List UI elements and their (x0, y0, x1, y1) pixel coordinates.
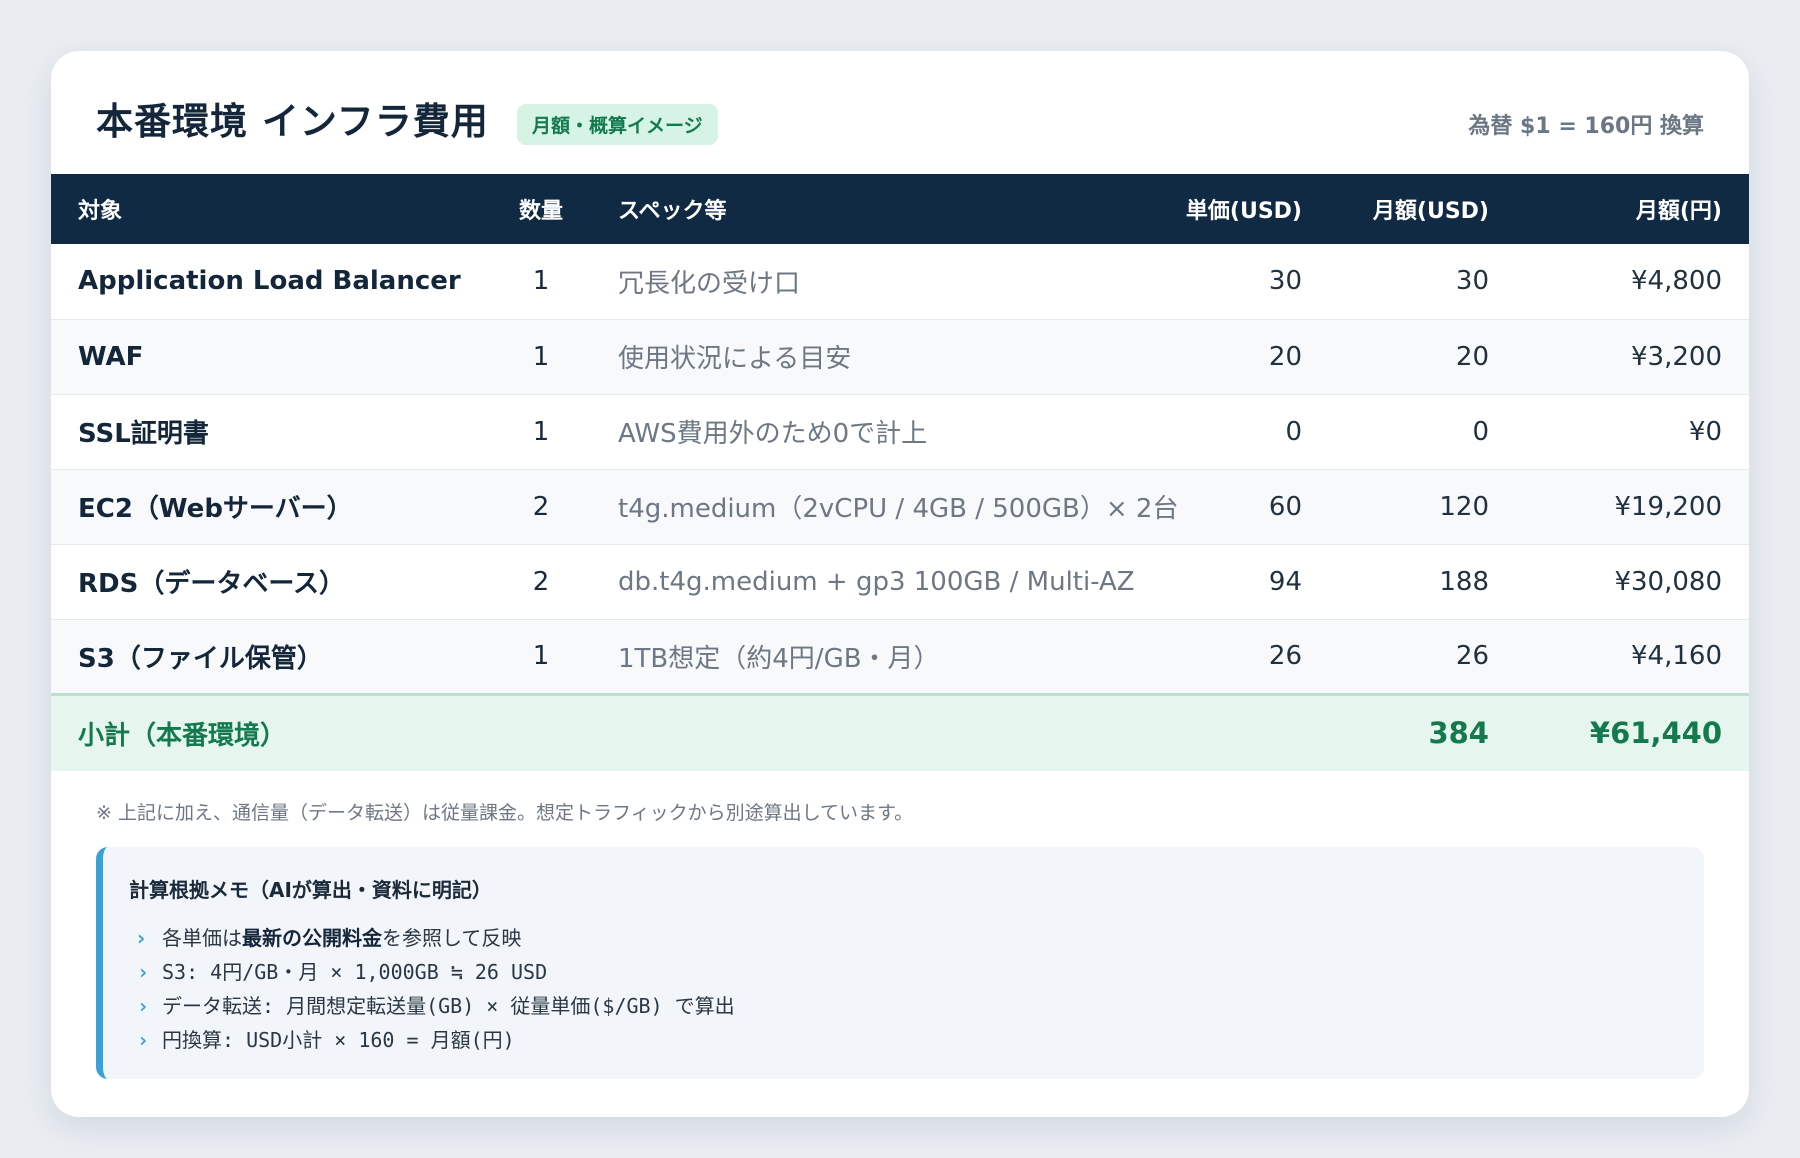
memo-text: 円換算: USD小計 × 160 = 月額(円) (162, 1028, 515, 1052)
item-monthly-usd: 188 (1329, 544, 1516, 620)
item-monthly-usd: 20 (1329, 319, 1516, 395)
item-monthly-jpy: ¥4,800 (1516, 244, 1749, 320)
column-header-qty: 数量 (491, 174, 591, 244)
subtotal-label: 小計（本番環境） (51, 692, 1114, 771)
item-name: RDS（データベース） (51, 544, 491, 620)
item-monthly-jpy: ¥30,080 (1516, 544, 1749, 620)
cost-card: 本番環境 インフラ費用 月額・概算イメージ 為替 $1 = 160円 換算 対象… (51, 51, 1749, 1117)
item-monthly-jpy: ¥3,200 (1516, 319, 1749, 395)
chevron-right-icon: › (137, 1028, 150, 1052)
period-badge: 月額・概算イメージ (517, 104, 718, 145)
item-spec: 1TB想定（約4円/GB・月） (591, 619, 1114, 695)
item-qty: 1 (491, 394, 591, 470)
item-unit-usd: 20 (1114, 319, 1329, 395)
column-header-monthly-jpy: 月額(円) (1516, 174, 1749, 244)
item-monthly-usd: 26 (1329, 619, 1516, 695)
item-name: EC2（Webサーバー） (51, 469, 491, 545)
calculation-memo: 計算根拠メモ（AIが算出・資料に明記） › 各単価は 最新の公開料金 を参照して反映… (96, 847, 1704, 1079)
subtotal-monthly-jpy: ¥61,440 (1516, 692, 1749, 771)
subtotal-row: 小計（本番環境） 384 ¥61,440 (51, 692, 1749, 771)
item-monthly-jpy: ¥0 (1516, 394, 1749, 470)
item-unit-usd: 94 (1114, 544, 1329, 620)
table-row: EC2（Webサーバー） 2 t4g.medium（2vCPU / 4GB / … (51, 469, 1749, 545)
item-monthly-usd: 120 (1329, 469, 1516, 545)
chevron-right-icon: › (137, 926, 146, 950)
item-monthly-jpy: ¥4,160 (1516, 619, 1749, 695)
item-spec: 冗長化の受け口 (591, 244, 1114, 320)
item-name: WAF (51, 319, 491, 395)
memo-item: › 円換算: USD小計 × 160 = 月額(円) (137, 1023, 735, 1057)
memo-list: › 各単価は 最新の公開料金 を参照して反映 › S3: 4円/GB・月 × 1,0… (137, 921, 735, 1057)
item-qty: 1 (491, 244, 591, 320)
table-row: RDS（データベース） 2 db.t4g.medium + gp3 100GB … (51, 544, 1749, 620)
memo-item: › 各単価は 最新の公開料金 を参照して反映 (137, 921, 735, 955)
item-name: Application Load Balancer (51, 244, 491, 320)
item-unit-usd: 26 (1114, 619, 1329, 695)
chevron-right-icon: › (137, 994, 150, 1018)
column-header-spec: スペック等 (591, 174, 1114, 244)
item-spec: db.t4g.medium + gp3 100GB / Multi-AZ (591, 544, 1135, 620)
item-qty: 2 (491, 469, 591, 545)
table-row: SSL証明書 1 AWS費用外のため0で計上 0 0 ¥0 (51, 394, 1749, 470)
item-spec: 使用状況による目安 (591, 319, 1114, 395)
item-spec: AWS費用外のため0で計上 (591, 394, 1114, 470)
memo-text: を参照して反映 (382, 926, 522, 950)
column-header-item: 対象 (51, 174, 491, 244)
card-header: 本番環境 インフラ費用 月額・概算イメージ 為替 $1 = 160円 換算 (51, 51, 1749, 174)
footnote: ※ 上記に加え、通信量（データ転送）は従量課金。想定トラフィックから別途算出して… (96, 802, 914, 824)
item-qty: 2 (491, 544, 591, 620)
item-spec: t4g.medium（2vCPU / 4GB / 500GB）× 2台 (591, 469, 1178, 545)
cost-table: 対象 数量 スペック等 単価(USD) 月額(USD) 月額(円) Applic… (51, 174, 1749, 771)
chevron-right-icon: › (137, 960, 150, 984)
memo-text: 各単価は (162, 926, 242, 950)
subtotal-monthly-usd: 384 (1329, 692, 1516, 771)
memo-item: › S3: 4円/GB・月 × 1,000GB ≒ 26 USD (137, 955, 735, 989)
item-name: S3（ファイル保管） (51, 619, 491, 695)
item-monthly-usd: 30 (1329, 244, 1516, 320)
item-name: SSL証明書 (51, 394, 491, 470)
memo-text: データ転送: 月間想定転送量(GB) × 従量単価($/GB) で算出 (162, 994, 735, 1018)
item-qty: 1 (491, 319, 591, 395)
column-header-monthly-usd: 月額(USD) (1329, 174, 1516, 244)
table-row: S3（ファイル保管） 1 1TB想定（約4円/GB・月） 26 26 ¥4,16… (51, 619, 1749, 695)
item-monthly-usd: 0 (1329, 394, 1516, 470)
table-row: WAF 1 使用状況による目安 20 20 ¥3,200 (51, 319, 1749, 395)
memo-item: › データ転送: 月間想定転送量(GB) × 従量単価($/GB) で算出 (137, 989, 735, 1023)
item-monthly-jpy: ¥19,200 (1516, 469, 1749, 545)
column-header-unit-usd: 単価(USD) (1114, 174, 1329, 244)
memo-text-bold: 最新の公開料金 (242, 926, 382, 950)
memo-text: S3: 4円/GB・月 × 1,000GB ≒ 26 USD (162, 960, 548, 984)
item-unit-usd: 0 (1114, 394, 1329, 470)
item-qty: 1 (491, 619, 591, 695)
table-row: Application Load Balancer 1 冗長化の受け口 30 3… (51, 244, 1749, 320)
item-unit-usd: 30 (1114, 244, 1329, 320)
table-header-row: 対象 数量 スペック等 単価(USD) 月額(USD) 月額(円) (51, 174, 1749, 244)
subtotal-empty-cell (1114, 692, 1329, 771)
memo-title: 計算根拠メモ（AIが算出・資料に明記） (129, 878, 492, 902)
exchange-rate-label: 為替 $1 = 160円 換算 (1468, 114, 1704, 139)
page-title: 本番環境 インフラ費用 (96, 100, 489, 143)
